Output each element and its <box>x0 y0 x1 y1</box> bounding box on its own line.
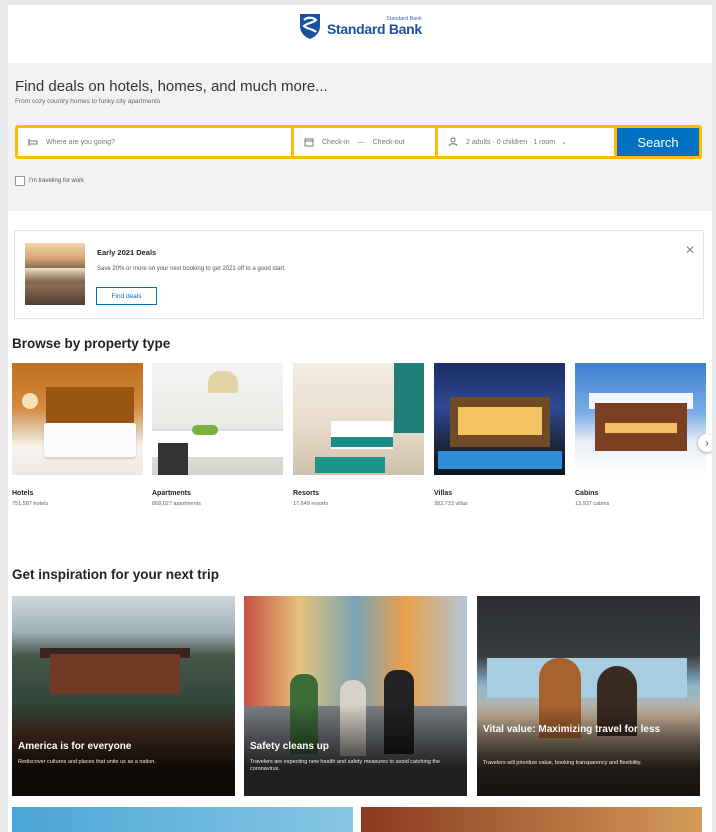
hero-subtitle: From cozy country homes to funky city ap… <box>15 98 161 105</box>
property-card-hotels[interactable]: Hotels 751,587 hotels <box>12 363 143 507</box>
card-text: Travelers are expecting new health and s… <box>250 759 440 773</box>
card-title: Vital value: Maximizing travel for less <box>483 724 661 735</box>
destination-input[interactable]: Where are you going? <box>46 139 115 146</box>
inspiration-card-america[interactable]: America is for everyone Rediscover cultu… <box>12 596 235 796</box>
guests-value: 2 adults · 0 children · 1 room <box>466 138 556 146</box>
hotels-image <box>12 363 143 475</box>
dates-separator: — <box>357 138 365 146</box>
checkbox-icon[interactable] <box>15 176 25 186</box>
property-name: Resorts <box>293 490 320 497</box>
property-count: 382,733 villas <box>434 501 468 507</box>
person-icon <box>448 137 458 147</box>
search-button[interactable]: Search <box>617 128 699 156</box>
inspiration-card-value[interactable]: Vital value: Maximizing travel for less … <box>477 596 700 796</box>
card-title: Safety cleans up <box>250 741 329 752</box>
villas-image <box>434 363 565 475</box>
property-name: Apartments <box>152 490 191 497</box>
brand-name: Standard Bank <box>327 20 422 37</box>
promo-title: Early 2021 Deals <box>97 248 157 257</box>
search-hero: Find deals on hotels, homes, and much mo… <box>8 63 712 211</box>
card-text: Rediscover cultures and places that unit… <box>18 759 156 765</box>
header: Standard Bank Standard Bank <box>8 5 712 45</box>
property-card-resorts[interactable]: Resorts 17,649 resorts <box>293 363 424 507</box>
inspiration-card-safety[interactable]: Safety cleans up Travelers are expecting… <box>244 596 467 796</box>
dates-field[interactable]: Check-in — Check-out <box>294 128 435 156</box>
destination-field[interactable]: Where are you going? <box>18 128 291 156</box>
property-count: 13,937 cabins <box>575 501 610 507</box>
apartments-image <box>152 363 283 475</box>
property-count: 868,027 apartments <box>152 501 201 507</box>
bed-icon <box>28 139 38 146</box>
close-icon[interactable]: ✕ <box>685 243 695 257</box>
brand-logo[interactable]: Standard Bank Standard Bank <box>298 12 422 40</box>
hero-title: Find deals on hotels, homes, and much mo… <box>15 78 328 95</box>
property-card-cabins[interactable]: Cabins 13,937 cabins <box>575 363 706 507</box>
resorts-image <box>293 363 424 475</box>
inspiration-card-partial[interactable] <box>361 807 702 832</box>
property-card-villas[interactable]: Villas 382,733 villas <box>434 363 565 507</box>
card-text: Travelers will prioritize value, booking… <box>483 760 642 766</box>
promo-text: Save 20% or more on your next booking to… <box>97 266 286 272</box>
property-name: Cabins <box>575 490 599 497</box>
property-count: 17,649 resorts <box>293 501 329 507</box>
promo-banner: Early 2021 Deals Save 20% or more on you… <box>14 230 704 319</box>
property-card-apartments[interactable]: Apartments 868,027 apartments <box>152 363 283 507</box>
calendar-icon <box>304 138 314 147</box>
guests-field[interactable]: 2 adults · 0 children · 1 room ⌄ <box>438 128 614 156</box>
checkin-label[interactable]: Check-in <box>322 139 350 146</box>
property-name: Villas <box>434 490 453 497</box>
search-bar: Where are you going? Check-in — Check-ou… <box>15 125 702 159</box>
inspiration-card-partial[interactable] <box>12 807 353 832</box>
work-travel-checkbox[interactable]: I'm traveling for work <box>15 176 84 186</box>
property-name: Hotels <box>12 490 34 497</box>
cabins-image <box>575 363 706 475</box>
chevron-right-icon[interactable]: › <box>698 434 712 452</box>
inspiration-section-title: Get inspiration for your next trip <box>12 567 220 582</box>
card-title: America is for everyone <box>18 741 132 752</box>
shield-icon <box>300 14 320 39</box>
property-section-title: Browse by property type <box>12 336 171 351</box>
property-count: 751,587 hotels <box>12 501 49 507</box>
find-deals-button[interactable]: Find deals <box>96 287 157 305</box>
work-travel-label: I'm traveling for work <box>29 178 85 184</box>
chevron-down-icon: ⌄ <box>561 139 567 146</box>
promo-image <box>25 243 85 305</box>
page: Standard Bank Standard Bank Find deals o… <box>8 5 712 832</box>
checkout-label[interactable]: Check-out <box>373 139 405 146</box>
